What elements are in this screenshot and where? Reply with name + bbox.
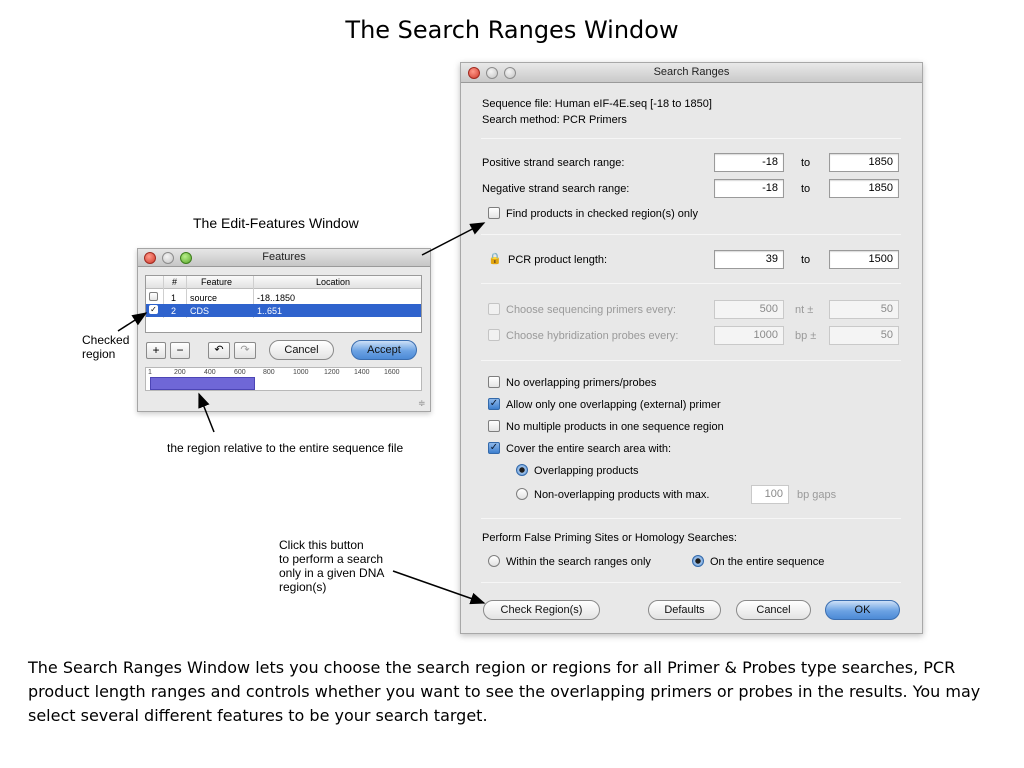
arrow-to-region-bar bbox=[198, 392, 215, 433]
slide: The Search Ranges Window Search Ranges S… bbox=[0, 0, 1024, 768]
arrow-to-check-region bbox=[392, 570, 486, 605]
annotation-arrows bbox=[117, 222, 486, 605]
arrow-to-checked-row bbox=[117, 312, 148, 332]
slide-caption: The Search Ranges Window lets you choose… bbox=[28, 658, 981, 725]
arrow-to-find-checked bbox=[421, 222, 486, 256]
